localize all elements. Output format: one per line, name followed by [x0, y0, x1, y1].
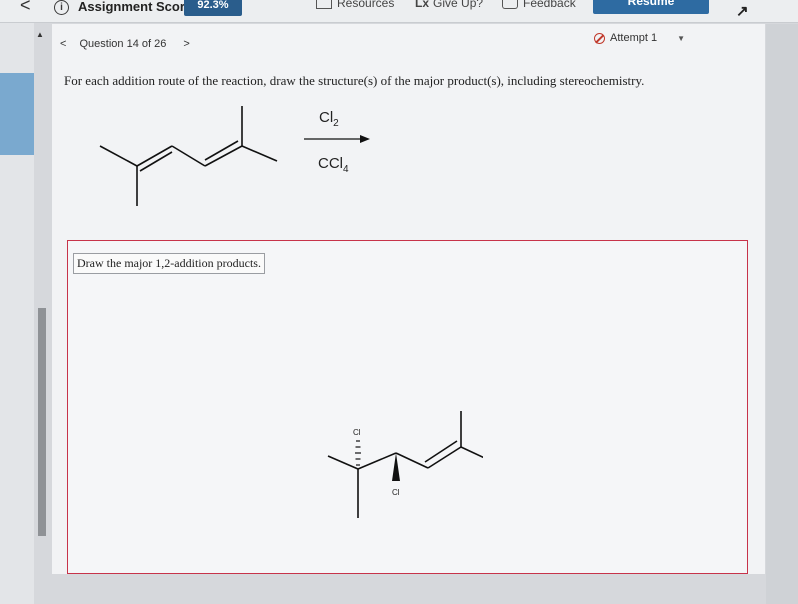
attempt-status-icon: [594, 32, 605, 44]
question-label: Question 14 of 26: [79, 38, 167, 50]
give-up-icon: Lx: [415, 0, 430, 10]
feedback-icon: [502, 0, 518, 10]
starting-material-structure: [99, 106, 278, 206]
attempt-dropdown[interactable]: Attempt 1 ▼: [594, 32, 685, 44]
reaction-arrow: [304, 135, 370, 143]
reagent-bottom: CCl4: [318, 155, 349, 175]
top-toolbar: < i Assignment Score: 92.3% Resources Lx…: [0, 0, 798, 23]
resume-button[interactable]: Resume: [593, 0, 709, 14]
right-gutter: [766, 24, 798, 604]
back-button[interactable]: <: [20, 0, 31, 16]
resources-button[interactable]: Resources: [316, 0, 394, 10]
feedback-button[interactable]: Feedback: [502, 0, 576, 10]
question-navigation: < Question 14 of 26 >: [60, 38, 190, 50]
reagent-top: Cl2: [319, 109, 339, 129]
next-question-button[interactable]: >: [183, 38, 189, 50]
prev-question-button[interactable]: <: [60, 38, 66, 50]
question-prompt: For each addition route of the reaction,…: [64, 73, 645, 88]
expand-arrow-icon[interactable]: ↗: [736, 2, 749, 20]
chevron-down-icon: ▼: [677, 34, 685, 43]
product-cl-label-top: Cl: [353, 428, 361, 437]
sidebar-active-item[interactable]: [0, 73, 34, 155]
assignment-score-label: Assignment Score:: [78, 0, 197, 14]
left-sidebar: [0, 23, 34, 604]
product-cl-label-bottom: Cl: [392, 488, 400, 497]
info-icon[interactable]: i: [54, 0, 69, 15]
assignment-score-value: 92.3%: [184, 0, 242, 16]
drawing-canvas[interactable]: Draw the major 1,2-addition products. Cl…: [67, 240, 748, 574]
resources-icon: [316, 0, 332, 10]
question-panel: < Question 14 of 26 > Attempt 1 ▼ For eac…: [52, 24, 765, 574]
drawing-instructions: Draw the major 1,2-addition products.: [73, 253, 265, 274]
sidebar-collapse-icon[interactable]: ▲: [36, 30, 44, 39]
product-structure[interactable]: Cl Cl: [313, 401, 483, 531]
give-up-button[interactable]: Lx Give Up?: [415, 0, 483, 10]
attempt-label: Attempt 1: [610, 32, 658, 44]
scrollbar[interactable]: [38, 308, 46, 536]
